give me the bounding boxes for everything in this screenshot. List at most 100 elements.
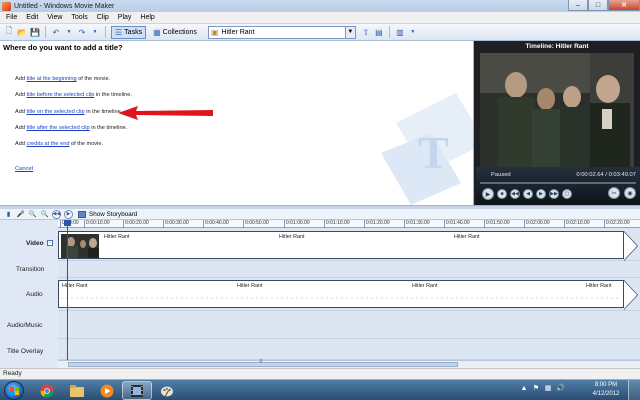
timeline-ruler[interactable]: 0:00:00 0:00:10.00 0:00:20.00 0:00:30.00… <box>58 220 640 228</box>
collections-button[interactable]: ▦ Collections <box>149 26 201 39</box>
audio-clip-label: Hitler Rant <box>412 283 438 289</box>
ruler-tick: 0:02:20.00 <box>604 220 630 228</box>
new-project-icon[interactable]: 🗋 <box>4 26 14 37</box>
collections-icon: ▦ <box>153 27 161 37</box>
credits-at-end-link[interactable]: credits at the end <box>27 141 70 147</box>
open-project-icon[interactable]: 📂 <box>17 27 27 37</box>
preview-extra-controls: ✂ ◉ <box>608 187 636 199</box>
seek-bar[interactable] <box>480 182 636 184</box>
narrate-timeline-icon[interactable]: 🎤 <box>16 210 25 219</box>
video-clip-label: Hitler Rant <box>454 234 480 240</box>
title-before-clip-link[interactable]: title before the selected clip <box>27 92 95 98</box>
track-label-audio-music: Audio/Music <box>7 322 43 329</box>
next-frame-icon[interactable]: ▶ <box>536 189 546 199</box>
menu-clip[interactable]: Clip <box>97 14 109 21</box>
audio-music-track[interactable] <box>58 311 640 339</box>
taskbar-media-player-button[interactable] <box>92 381 122 400</box>
volume-icon[interactable]: 🔊 <box>556 385 565 393</box>
menu-play[interactable]: Play <box>118 14 132 21</box>
split-clip-icon[interactable]: ✂ <box>608 187 620 199</box>
title-on-clip-link[interactable]: title on the selected clip <box>27 109 85 115</box>
fast-forward-icon[interactable]: ▶▶ <box>549 189 559 199</box>
collection-dropdown[interactable]: ▣ Hitler Rant ▼ <box>207 25 356 39</box>
audio-clip-label: Hitler Rant <box>237 283 263 289</box>
rewind-timeline-icon[interactable]: ◀◀ <box>52 209 61 219</box>
playback-controls: ▶ ■ ◀◀ ◀ ▶ ▶▶ ▢ <box>482 188 572 200</box>
taskbar-paint-button[interactable] <box>152 381 182 400</box>
minimize-button[interactable]: – <box>568 0 588 11</box>
audio-clip-end-fill <box>624 281 637 309</box>
network-icon[interactable]: ▦ <box>544 385 552 393</box>
track-label-audio: Audio <box>26 291 43 298</box>
undo-dropdown-icon[interactable]: ▼ <box>64 27 74 37</box>
red-arrow-annotation <box>118 106 213 120</box>
track-label-transition: Transition <box>16 266 45 273</box>
menu-file[interactable]: File <box>6 14 17 21</box>
audio-clip[interactable]: Hitler Rant Hitler Rant Hitler Rant Hitl… <box>58 280 624 308</box>
main-toolbar: 🗋 📂 💾 ↶ ▼ ↷ ▼ ☰ Tasks ▦ Collections ▣ Hi… <box>0 24 640 41</box>
show-hidden-icons-icon[interactable]: ▲ <box>520 385 528 393</box>
transition-track[interactable] <box>58 261 640 278</box>
storyboard-icon <box>78 210 86 218</box>
timeline-horizontal-scrollbar[interactable] <box>58 359 640 368</box>
take-picture-icon[interactable]: ◉ <box>624 187 636 199</box>
action-center-flag-icon[interactable]: ⚑ <box>532 385 540 393</box>
redo-dropdown-icon[interactable]: ▼ <box>90 27 100 37</box>
rewind-icon[interactable]: ◀◀ <box>510 189 520 199</box>
chevron-down-icon: ▼ <box>344 26 355 38</box>
undo-icon[interactable]: ↶ <box>51 27 61 37</box>
show-desktop-button[interactable] <box>628 380 640 400</box>
title-overlay-track[interactable] <box>58 339 640 360</box>
view-dropdown-icon[interactable]: ▼ <box>408 27 418 37</box>
stop-icon[interactable]: ■ <box>497 189 507 199</box>
tasks-icon: ☰ <box>115 27 123 37</box>
taskbar-clock[interactable]: 8:00 PM 4/12/2012 <box>586 380 626 399</box>
cancel-link[interactable]: Cancel <box>15 166 33 172</box>
tasks-button[interactable]: ☰ Tasks <box>111 25 147 39</box>
collections-label: Collections <box>162 28 197 36</box>
maximize-button[interactable]: □ <box>588 0 608 11</box>
redo-icon[interactable]: ↷ <box>77 27 87 37</box>
close-button[interactable]: ✕ <box>608 0 640 11</box>
collapse-video-icon[interactable]: − <box>47 240 53 246</box>
task-suffix: of the movie. <box>76 76 111 82</box>
menu-view[interactable]: View <box>47 14 62 21</box>
save-project-icon[interactable]: 💾 <box>30 27 40 37</box>
menu-tools[interactable]: Tools <box>71 14 87 21</box>
ruler-tick: 0:01:00.00 <box>284 220 310 228</box>
title-at-beginning-link[interactable]: title at the beginning <box>27 76 77 82</box>
task-prefix: Add <box>15 141 27 147</box>
zoom-out-icon[interactable]: 🔍 <box>40 210 49 219</box>
zoom-in-icon[interactable]: 🔍 <box>28 210 37 219</box>
ruler-tick: 0:02:00.00 <box>524 220 550 228</box>
play-timeline-icon[interactable]: ▶ <box>64 209 73 219</box>
view-options-icon[interactable]: ▥ <box>395 27 405 37</box>
title-after-clip-link[interactable]: title after the selected clip <box>27 125 90 131</box>
taskbar-chrome-button[interactable] <box>32 381 62 400</box>
taskbar-explorer-button[interactable] <box>62 381 92 400</box>
media-player-icon <box>100 384 114 397</box>
movie-maker-app-icon <box>2 1 11 11</box>
start-button[interactable] <box>4 381 24 400</box>
video-clip[interactable]: Hitler Rant Hitler Rant Hitler Rant <box>58 231 624 259</box>
task-prefix: Add <box>15 92 27 98</box>
task-prefix: Add <box>15 76 27 82</box>
task-suffix: in the timeline. <box>84 109 123 115</box>
window-title-bar: Untitled - Windows Movie Maker – □ ✕ <box>0 0 640 12</box>
previous-frame-icon[interactable]: ◀ <box>523 189 533 199</box>
status-bar: Ready <box>0 368 640 379</box>
play-icon[interactable]: ▶ <box>482 188 494 200</box>
show-storyboard-button[interactable]: Show Storyboard <box>78 210 138 218</box>
scrollbar-thumb[interactable] <box>68 359 458 367</box>
show-storyboard-label: Show Storyboard <box>89 210 138 218</box>
menu-edit[interactable]: Edit <box>26 14 38 21</box>
full-screen-icon[interactable]: ▢ <box>562 189 572 199</box>
playhead[interactable] <box>67 220 68 360</box>
up-level-icon[interactable]: ⇧ <box>361 27 371 37</box>
collection-value: Hitler Rant <box>221 28 255 36</box>
collection-options-icon[interactable]: ▤ <box>374 27 384 37</box>
taskbar-movie-maker-button[interactable] <box>122 381 152 400</box>
task-suffix: in the timeline. <box>89 125 128 131</box>
menu-help[interactable]: Help <box>140 14 154 21</box>
set-audio-levels-icon[interactable]: ▮ <box>4 210 13 219</box>
